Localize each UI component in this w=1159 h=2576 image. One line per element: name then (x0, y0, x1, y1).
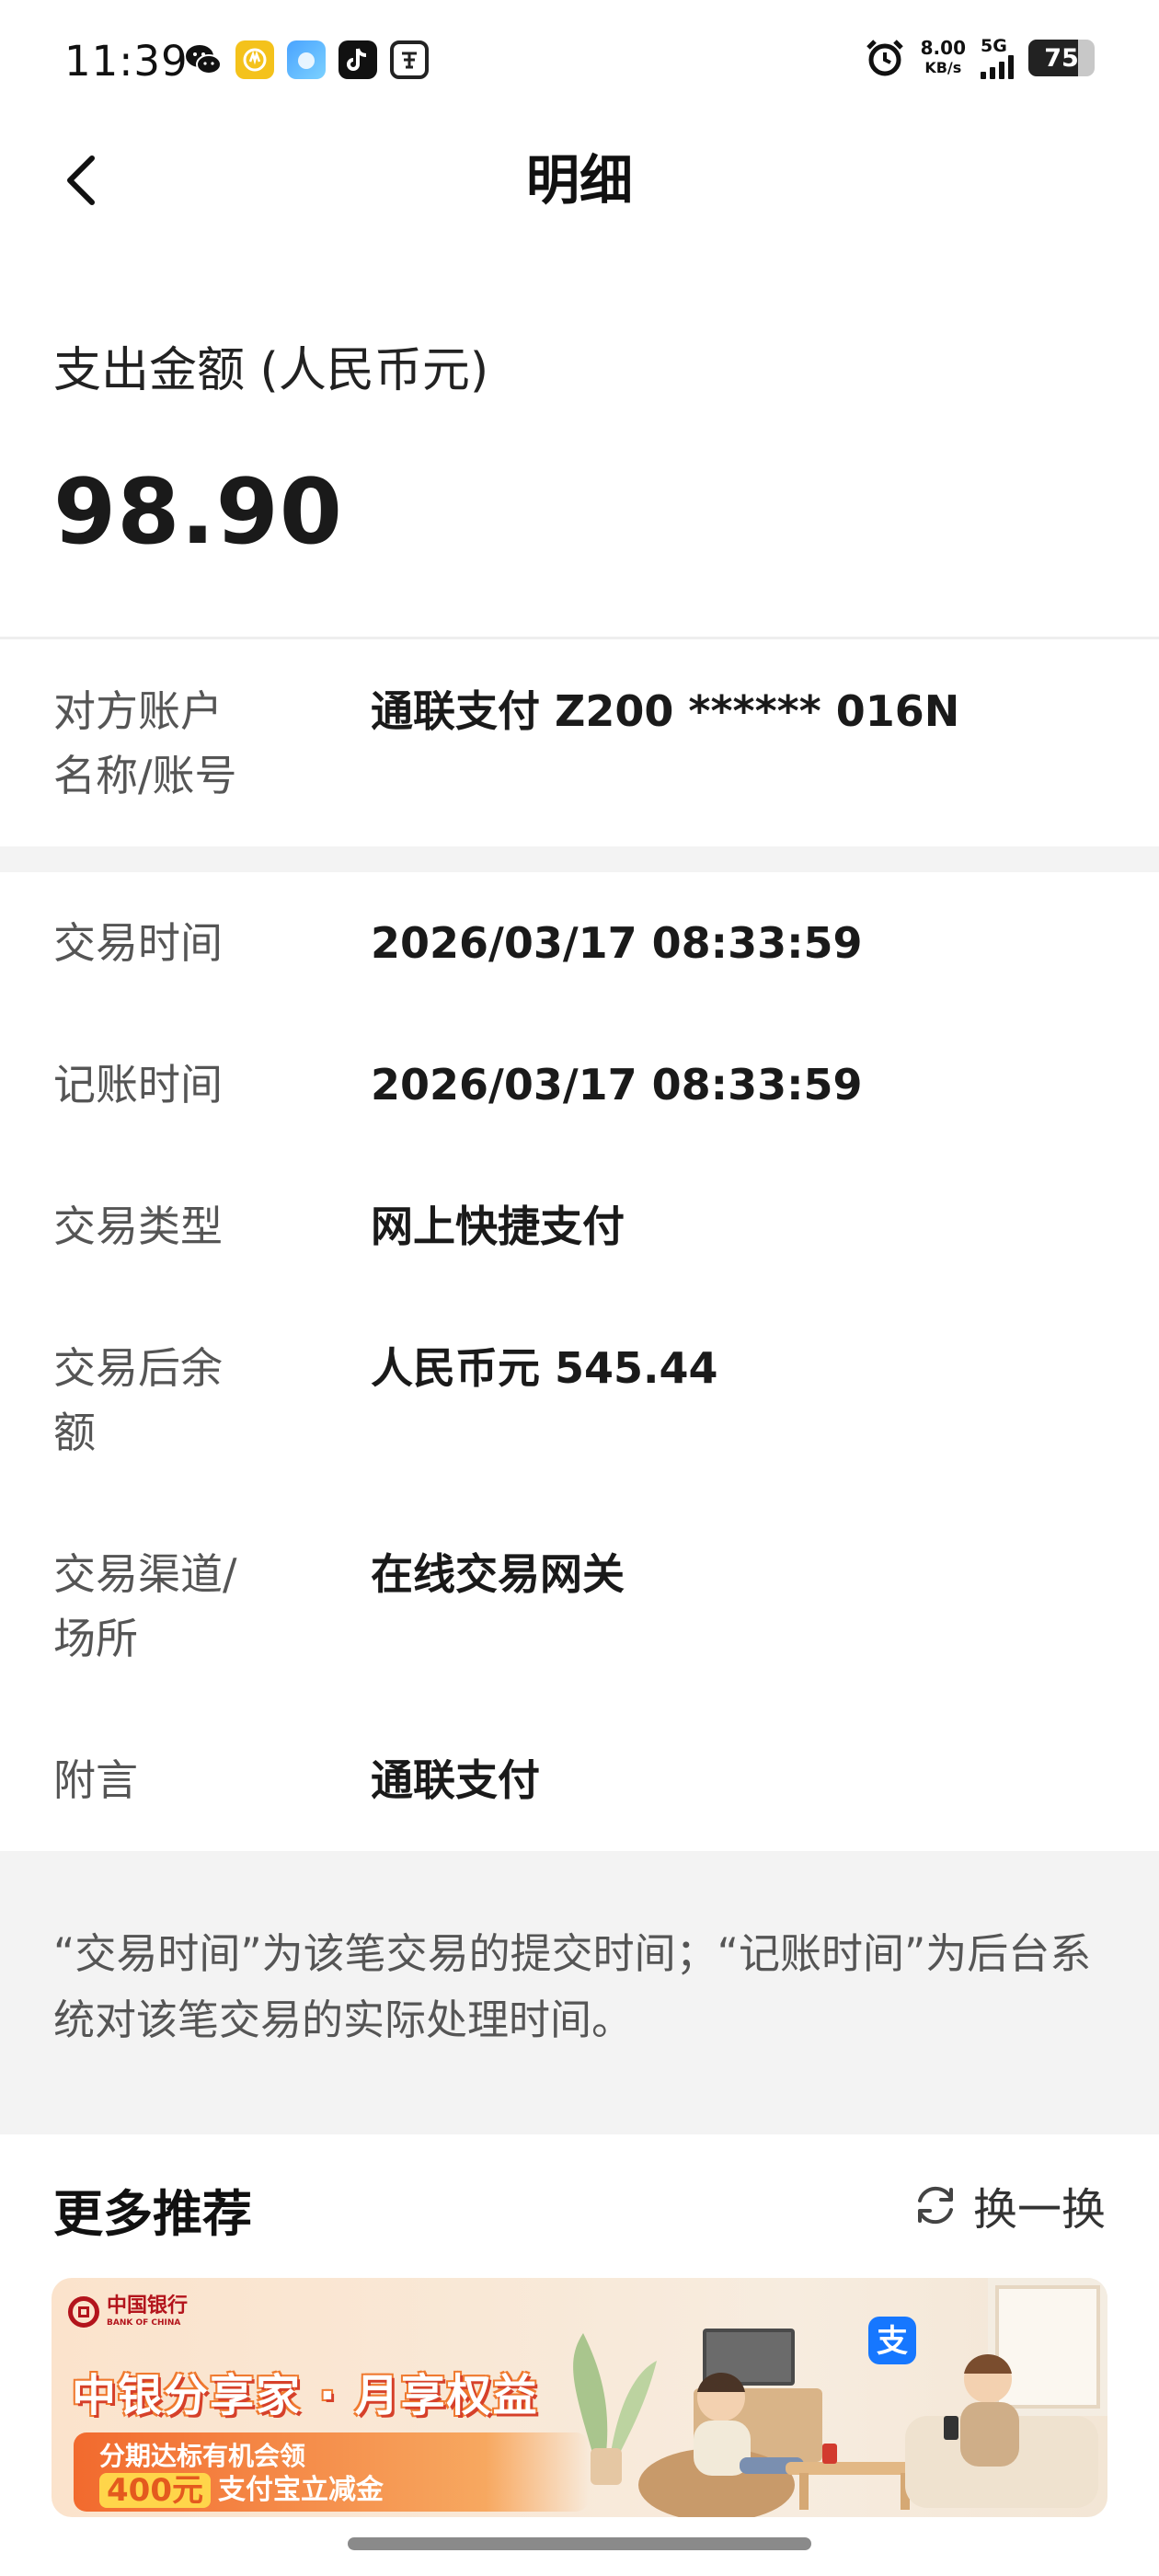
back-button[interactable] (44, 144, 118, 217)
bank-name-en: BANK OF CHINA (107, 2318, 181, 2328)
balance-label: 交易后余 额 (53, 1343, 223, 1457)
bank-logo-text: 中国银行 BANK OF CHINA (107, 2294, 188, 2329)
counterparty-value: 通联支付 Z200 ****** 016N (371, 686, 960, 736)
counterparty-label: 对方账户 名称/账号 (53, 686, 237, 800)
trade-type-value: 网上快捷支付 (371, 1202, 625, 1251)
booking-time-value: 2026/03/17 08:33:59 (371, 1060, 863, 1110)
status-bar: 11:39 8.00 KB/s 5G 75 (0, 0, 1159, 125)
recommend-title: 更多推荐 (53, 2185, 252, 2243)
amount-value: 98.90 (53, 460, 343, 565)
bank-name-cn: 中国银行 (107, 2294, 189, 2317)
remark-label: 附言 (53, 1755, 138, 1805)
detail-row-balance: 交易后余 额 人民币元 545.44 (53, 1336, 1111, 1465)
banner-headline: 中银分享家 · 月享权益 (72, 2359, 539, 2423)
bank-logo: 中国银行 BANK OF CHINA (68, 2294, 188, 2329)
balance-value: 人民币元 545.44 (371, 1343, 718, 1393)
network-speed-value: 8.00 (920, 37, 966, 59)
detail-row-trade-type: 交易类型 网上快捷支付 (53, 1194, 1111, 1259)
remark-value: 通联支付 (371, 1755, 540, 1805)
banner-offer-line1: 分期达标有机会领 (99, 2441, 306, 2471)
refresh-label: 换一换 (972, 2184, 1106, 2236)
trade-type-label: 交易类型 (53, 1202, 223, 1251)
trade-time-value: 2026/03/17 08:33:59 (371, 918, 863, 968)
network-speed-unit: KB/s (924, 59, 962, 76)
section-separator (0, 846, 1159, 872)
channel-label: 交易渠道/ 场所 (53, 1549, 237, 1663)
network-speed: 8.00 KB/s (921, 38, 966, 78)
booking-time-label: 记账时间 (53, 1060, 223, 1110)
banner-offer: 分期达标有机会领 400元 支付宝立减金 (74, 2432, 589, 2512)
banner-offer-amount: 400元 (99, 2473, 211, 2508)
divider (0, 637, 1159, 639)
refresh-button[interactable]: 换一换 (911, 2173, 1106, 2237)
transaction-detail-page: 11:39 8.00 KB/s 5G 75 明细 支出金额 (人民币元) 98.… (0, 0, 1159, 2576)
tiktok-icon (339, 40, 377, 79)
detail-row-counterparty: 对方账户 名称/账号 通联支付 Z200 ****** 016N (53, 679, 1111, 808)
trade-time-label: 交易时间 (53, 918, 223, 968)
cloud-app-icon (287, 40, 326, 79)
network-type: 5G (981, 37, 1014, 79)
alarm-icon (866, 40, 903, 76)
chevron-left-icon (67, 155, 95, 205)
promo-banner[interactable]: 中国银行 BANK OF CHINA 广告 中银分享家 · 月享权益 分期达标有… (52, 2278, 1107, 2517)
network-type-label: 5G (981, 36, 1007, 56)
living-room-illustration: 支 (573, 2278, 1107, 2517)
bank-of-china-logo-icon (68, 2296, 99, 2328)
hand-app-icon (235, 40, 274, 79)
status-time: 11:39 (64, 37, 189, 86)
channel-value: 在线交易网关 (371, 1549, 625, 1599)
detail-row-channel: 交易渠道/ 场所 在线交易网关 (53, 1542, 1111, 1671)
detail-row-booking-time: 记账时间 2026/03/17 08:33:59 (53, 1052, 1111, 1117)
detail-row-remark: 附言 通联支付 (53, 1748, 1111, 1812)
detail-row-trade-time: 交易时间 2026/03/17 08:33:59 (53, 911, 1111, 975)
amount-label: 支出金额 (人民币元) (53, 343, 489, 398)
battery-icon: 75 (1028, 40, 1095, 76)
banner-offer-text: 支付宝立减金 (217, 2474, 384, 2506)
home-indicator[interactable] (348, 2537, 811, 2550)
status-right: 8.00 KB/s 5G 75 (864, 37, 1095, 79)
page-title: 明细 (525, 149, 633, 212)
refresh-icon (917, 2186, 953, 2225)
group-buy-icon (390, 40, 429, 79)
nav-header: 明细 (0, 125, 1159, 236)
banner-offer-line2: 400元 支付宝立减金 (99, 2473, 589, 2508)
note-text: “交易时间”为该笔交易的提交时间；“记账时间”为后台系统对该笔交易的实际处理时间… (53, 1929, 1092, 2044)
signal-icon (981, 55, 1014, 79)
alipay-icon: 支 (877, 2324, 908, 2359)
battery-level: 75 (1044, 43, 1079, 73)
wechat-icon (184, 40, 223, 79)
notification-icons (184, 40, 429, 79)
